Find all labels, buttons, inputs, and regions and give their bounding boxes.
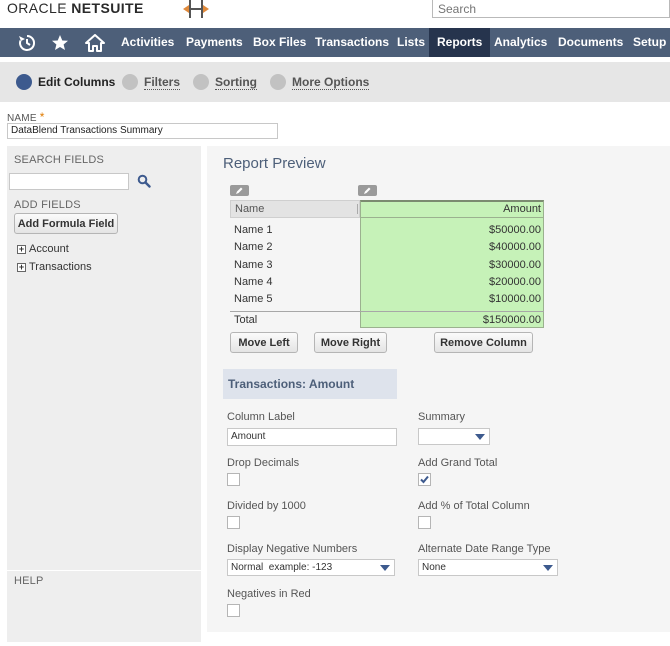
summary-select[interactable]	[418, 428, 490, 445]
expand-plus-icon[interactable]: +	[17, 262, 26, 272]
step-dot-icon	[193, 74, 209, 90]
remove-column-button[interactable]: Remove Column	[434, 332, 533, 353]
help-title: HELP	[14, 575, 44, 587]
table-row-name: Name 1	[234, 224, 273, 236]
recent-icon[interactable]	[12, 28, 42, 57]
search-icon[interactable]	[137, 174, 151, 188]
nav-item-setup[interactable]: Setup	[633, 28, 666, 57]
report-preview-title: Report Preview	[223, 155, 326, 172]
move-right-button[interactable]: Move Right	[314, 332, 387, 353]
display-negative-select[interactable]: Normal example: -123	[227, 559, 395, 576]
negatives-in-red-label: Negatives in Red	[227, 588, 311, 600]
summary-label: Summary	[418, 411, 466, 423]
nav-item-payments[interactable]: Payments	[186, 28, 243, 57]
expand-plus-icon[interactable]: +	[17, 244, 26, 254]
alt-date-range-select[interactable]: None	[418, 559, 558, 576]
column-header-name[interactable]: Name	[230, 200, 360, 218]
divided-by-1000-label: Divided by 1000	[227, 500, 306, 512]
name-field-label: NAME *	[7, 110, 45, 124]
search-fields-input[interactable]	[9, 173, 129, 190]
total-label: Total	[234, 314, 258, 326]
checkmark-icon	[420, 475, 429, 484]
dropdown-arrow-icon	[475, 434, 485, 440]
nav-item-box-files[interactable]: Box Files	[253, 28, 306, 57]
nav-item-activities[interactable]: Activities	[121, 28, 174, 57]
subtab-edit-columns[interactable]: Edit Columns	[16, 62, 115, 102]
search-fields-title: SEARCH FIELDS	[14, 154, 105, 166]
step-dot-icon	[122, 74, 138, 90]
subtab-bar: Edit Columns Filters Sorting More Option…	[0, 62, 670, 102]
divided-by-1000-checkbox[interactable]	[227, 516, 240, 529]
home-icon[interactable]	[80, 28, 110, 57]
move-left-button[interactable]: Move Left	[230, 332, 298, 353]
star-icon[interactable]	[45, 28, 75, 57]
nav-item-analytics[interactable]: Analytics	[494, 28, 547, 57]
column-settings-title: Transactions: Amount	[223, 369, 397, 399]
company-logo-icon	[183, 0, 217, 18]
table-row-name: Name 4	[234, 276, 273, 288]
subtab-sorting[interactable]: Sorting	[193, 62, 257, 102]
nav-item-reports[interactable]: Reports	[429, 28, 491, 57]
edit-column-pencil-icon[interactable]	[230, 185, 249, 196]
table-row-amount: $40000.00	[489, 241, 541, 253]
alt-date-range-label: Alternate Date Range Type	[418, 543, 551, 555]
add-formula-field-button[interactable]: Add Formula Field	[14, 213, 118, 234]
report-name-input[interactable]: DataBlend Transactions Summary	[7, 123, 278, 139]
step-dot-icon	[270, 74, 286, 90]
dropdown-arrow-icon	[380, 565, 390, 571]
add-grand-total-label: Add Grand Total	[418, 457, 498, 469]
brand-prefix: ORACLE	[7, 0, 67, 16]
display-negative-label: Display Negative Numbers	[227, 543, 358, 555]
table-row-amount: $30000.00	[489, 259, 541, 271]
total-divider	[230, 311, 544, 312]
table-row-name: Name 2	[234, 241, 273, 253]
drop-decimals-label: Drop Decimals	[227, 457, 300, 469]
step-dot-icon	[16, 74, 32, 90]
table-row-name: Name 3	[234, 259, 273, 271]
edit-column-pencil-icon[interactable]	[358, 185, 377, 196]
add-fields-title: ADD FIELDS	[14, 199, 81, 211]
drop-decimals-checkbox[interactable]	[227, 473, 240, 486]
table-row-name: Name 5	[234, 293, 273, 305]
nav-item-transactions[interactable]: Transactions	[315, 28, 389, 57]
table-row-amount: $50000.00	[489, 224, 541, 236]
tree-item-account[interactable]: + Account	[17, 243, 69, 255]
table-row-amount: $10000.00	[489, 293, 541, 305]
nav-item-lists[interactable]: Lists	[397, 28, 425, 57]
table-row-amount: $20000.00	[489, 276, 541, 288]
negatives-in-red-checkbox[interactable]	[227, 604, 240, 617]
column-label-label: Column Label	[227, 411, 295, 423]
tree-item-transactions[interactable]: + Transactions	[17, 261, 92, 273]
dropdown-arrow-icon	[543, 565, 553, 571]
subtab-filters[interactable]: Filters	[122, 62, 181, 102]
required-mark: *	[39, 110, 45, 124]
column-header-amount[interactable]: Amount	[360, 201, 544, 218]
add-pct-total-checkbox[interactable]	[418, 516, 431, 529]
brand-logo[interactable]: ORACLE NETSUITE	[7, 0, 144, 16]
nav-item-documents[interactable]: Documents	[558, 28, 623, 57]
global-search-input[interactable]	[432, 0, 670, 18]
total-amount: $150000.00	[482, 314, 541, 326]
subtab-more-options[interactable]: More Options	[270, 62, 370, 102]
column-label-input[interactable]: Amount	[227, 428, 397, 446]
column-resize-handle[interactable]	[357, 204, 358, 214]
add-grand-total-checkbox[interactable]	[418, 473, 431, 486]
main-nav-bar: Activities Payments Box Files Transactio…	[0, 28, 670, 57]
add-pct-total-label: Add % of Total Column	[418, 500, 530, 512]
brand-name: NETSUITE	[71, 0, 144, 16]
